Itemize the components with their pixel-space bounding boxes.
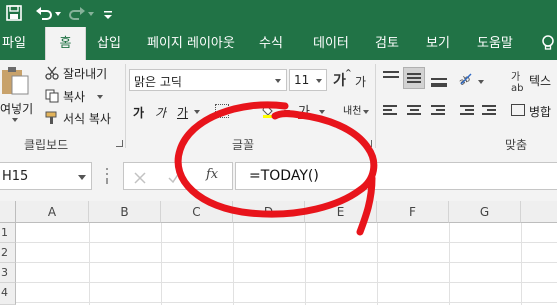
- red-annotation-circle: [174, 101, 378, 236]
